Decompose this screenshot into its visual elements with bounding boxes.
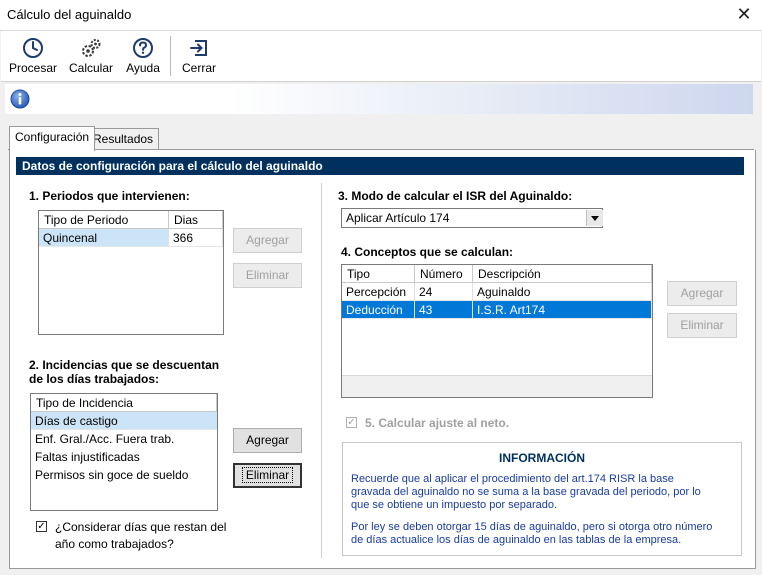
procesar-button[interactable]: Procesar — [9, 31, 57, 79]
numero-cell[interactable]: 24 — [415, 283, 473, 301]
info-text-line: gravada del aguinaldo no se suma a la ba… — [351, 486, 701, 498]
periodos-eliminar-button[interactable]: Eliminar — [233, 263, 302, 288]
chevron-down-icon[interactable] — [586, 210, 603, 226]
close-icon[interactable]: ✕ — [734, 4, 754, 24]
incidencias-label-2: de los días trabajados: — [29, 372, 160, 386]
info-text-line: Recuerde que al aplicar el procedimiento… — [351, 473, 674, 485]
info-bar — [5, 84, 753, 114]
incidencias-list[interactable]: Tipo de Incidencia Días de castigo Enf. … — [30, 393, 218, 511]
list-item[interactable]: Días de castigo — [31, 412, 217, 430]
col-dias[interactable]: Dias — [169, 211, 223, 229]
cerrar-label: Cerrar — [181, 61, 216, 75]
info-text-line: que se obtiene un impuesto por separado. — [351, 499, 558, 511]
col-tipo[interactable]: Tipo — [342, 265, 415, 283]
eliminar-label: Eliminar — [241, 467, 294, 483]
descripcion-cell[interactable]: I.S.R. Art174 — [473, 301, 652, 319]
column-divider — [321, 183, 322, 558]
list-item[interactable]: Permisos sin goce de sueldo — [31, 466, 217, 484]
toolbar-separator — [170, 36, 171, 76]
conceptos-agregar-button[interactable]: Agregar — [667, 281, 737, 306]
conceptos-eliminar-button[interactable]: Eliminar — [667, 313, 737, 338]
incidencias-eliminar-button[interactable]: Eliminar — [233, 463, 302, 488]
numero-cell[interactable]: 43 — [415, 301, 473, 319]
tab-configuracion[interactable]: Configuración — [9, 126, 96, 151]
col-tipo-periodo[interactable]: Tipo de Periodo — [39, 211, 169, 229]
considerar-label: ¿Considerar días que restan del — [55, 520, 227, 534]
procesar-label: Procesar — [9, 61, 58, 75]
grid-footer — [342, 375, 652, 397]
title-bar: Cálculo del aguinaldo ✕ — [0, 0, 762, 31]
considerar-checkbox[interactable]: ✓ — [36, 521, 47, 532]
window-title: Cálculo del aguinaldo — [7, 7, 132, 22]
modo-isr-select[interactable]: Aplicar Artículo 174 — [341, 208, 603, 228]
calcular-label: Calcular — [68, 61, 113, 75]
modo-isr-value: Aplicar Artículo 174 — [346, 211, 450, 225]
periodos-agregar-button[interactable]: Agregar — [233, 228, 302, 253]
incidencias-label: 2. Incidencias que se descuentan — [29, 358, 220, 372]
cerrar-button[interactable]: Cerrar — [177, 31, 221, 79]
info-text-line: Por ley se deben otorgar 15 días de agui… — [351, 521, 713, 533]
col-numero[interactable]: Número — [415, 265, 473, 283]
col-descripcion[interactable]: Descripción — [473, 265, 652, 283]
ayuda-button[interactable]: Ayuda — [121, 31, 165, 79]
ajuste-checkbox[interactable]: ✓ — [346, 417, 357, 428]
list-item[interactable]: Enf. Gral./Acc. Fuera trab. — [31, 430, 217, 448]
ajuste-label: 5. Calcular ajuste al neto. — [365, 416, 510, 430]
clock-icon — [23, 38, 43, 58]
col-tipo-incidencia[interactable]: Tipo de Incidencia — [31, 394, 217, 412]
periodos-label: 1. Periodos que intervienen: — [29, 189, 190, 203]
info-text-line: de días actualice los días de aguinaldo … — [351, 534, 682, 546]
conceptos-grid[interactable]: Tipo Número Descripción Percepción 24 Ag… — [341, 264, 653, 398]
list-item[interactable]: Faltas injustificadas — [31, 448, 217, 466]
considerar-label-2: año como trabajados? — [55, 537, 174, 551]
info-icon — [10, 89, 30, 109]
exit-icon — [190, 40, 207, 56]
informacion-title: INFORMACIÓN — [499, 451, 585, 465]
table-row[interactable]: Deducción — [342, 301, 415, 319]
help-icon — [133, 38, 153, 58]
tab-resultados[interactable]: Resultados — [87, 128, 160, 150]
ayuda-label: Ayuda — [126, 61, 160, 75]
periodos-grid[interactable]: Tipo de Periodo Dias Quincenal 366 — [38, 210, 224, 335]
table-row[interactable]: Percepción — [342, 283, 415, 301]
descripcion-cell[interactable]: Aguinaldo — [473, 283, 652, 301]
section-header: Datos de configuración para el cálculo d… — [16, 157, 744, 175]
toolbar: Procesar Calcular Ayuda Cerrar — [1, 31, 761, 82]
modo-isr-label: 3. Modo de calcular el ISR del Aguinaldo… — [338, 189, 573, 203]
gears-icon — [82, 39, 101, 57]
dias-cell[interactable]: 366 — [169, 229, 223, 247]
incidencias-agregar-button[interactable]: Agregar — [233, 428, 302, 453]
conceptos-label: 4. Conceptos que se calculan: — [341, 245, 514, 259]
informacion-box: INFORMACIÓN Recuerde que al aplicar el p… — [342, 442, 742, 556]
table-row[interactable]: Quincenal — [39, 229, 169, 247]
calcular-button[interactable]: Calcular — [67, 31, 115, 79]
